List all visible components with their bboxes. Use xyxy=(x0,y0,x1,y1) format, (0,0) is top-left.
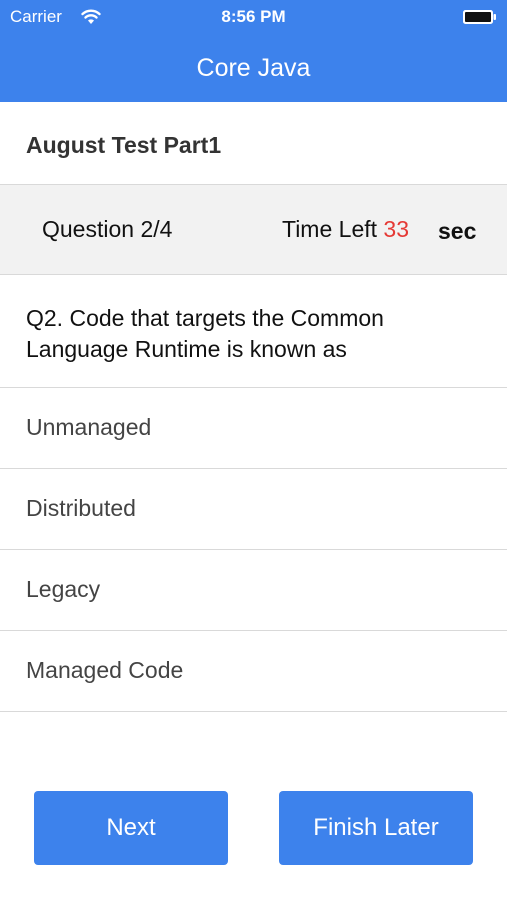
answer-option-label: Distributed xyxy=(26,495,136,521)
test-name: August Test Part1 xyxy=(26,132,222,158)
answer-option-label: Managed Code xyxy=(26,657,184,683)
time-left-label: Time Left xyxy=(282,216,378,242)
answer-option[interactable]: Distributed xyxy=(0,469,507,550)
question-counter: Question 2/4 xyxy=(42,216,173,242)
next-button[interactable]: Next xyxy=(34,791,228,865)
status-time: 8:56 PM xyxy=(221,7,286,26)
answer-option[interactable]: Managed Code xyxy=(0,631,507,712)
nav-title: Core Java xyxy=(196,54,311,82)
quiz-info-bar: Question 2/4 Time Left 33 sec xyxy=(0,185,507,275)
answer-option[interactable]: Legacy xyxy=(0,550,507,631)
seconds-left: 33 xyxy=(383,216,409,242)
nav-bar: Core Java xyxy=(0,34,507,102)
answer-option-label: Legacy xyxy=(26,576,101,602)
question-text: Q2. Code that targets the Common Languag… xyxy=(26,305,384,362)
test-name-row: August Test Part1 xyxy=(0,102,507,185)
answer-option[interactable]: Unmanaged xyxy=(0,388,507,469)
answer-option-label: Unmanaged xyxy=(26,414,152,440)
battery-icon xyxy=(463,10,496,24)
finish-later-button[interactable]: Finish Later xyxy=(279,791,473,865)
time-left: Time Left 33 xyxy=(282,216,409,243)
status-bar: Carrier 8:56 PM xyxy=(0,0,507,34)
question-block: Q2. Code that targets the Common Languag… xyxy=(0,275,507,388)
seconds-unit: sec xyxy=(438,218,477,244)
